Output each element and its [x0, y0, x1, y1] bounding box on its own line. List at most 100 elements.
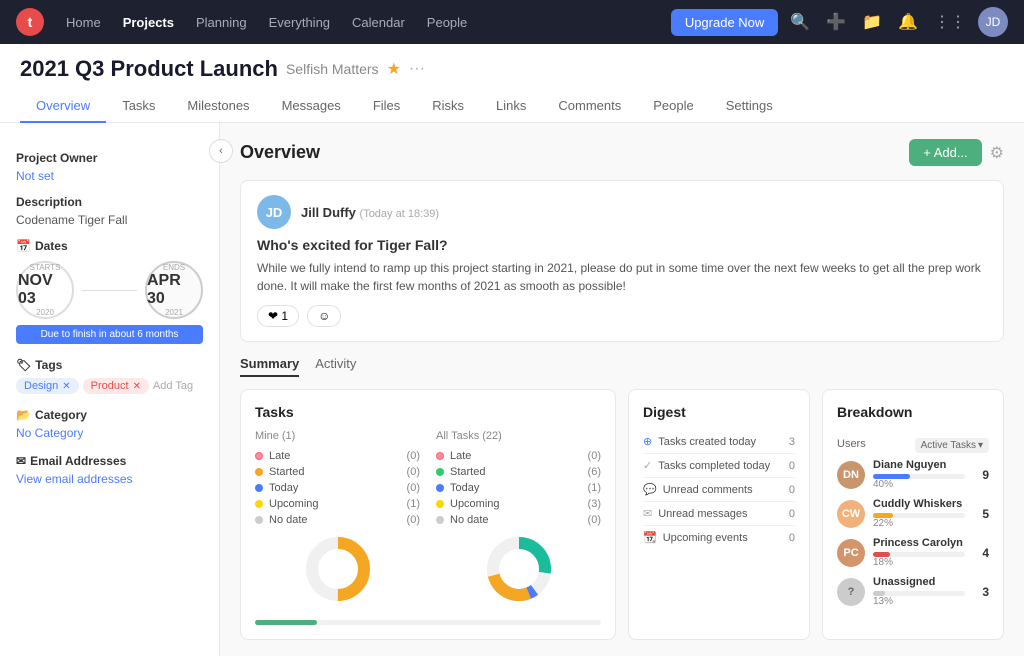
breakdown-row-carolyn: PC Princess Carolyn 18% 4 [837, 537, 989, 568]
tab-people[interactable]: People [637, 90, 709, 123]
nav-everything[interactable]: Everything [259, 9, 340, 36]
sidebar-collapse-button[interactable]: ‹ [209, 139, 233, 163]
today-label-all: Today [450, 482, 582, 494]
started-dot-all [436, 468, 444, 476]
tasks-panel-title: Tasks [255, 404, 601, 420]
breakdown-panel-title: Breakdown [837, 404, 912, 420]
nav-home[interactable]: Home [56, 9, 111, 36]
digest-row-comments: 💬 Unread comments 0 [643, 478, 795, 502]
tab-overview[interactable]: Overview [20, 90, 106, 123]
emoji-reaction-button[interactable]: ☺ [307, 305, 341, 327]
topnav: t Home Projects Planning Everything Cale… [0, 0, 1024, 44]
app-logo[interactable]: t [16, 8, 44, 36]
summary-grid: Tasks Mine (1) Late (0) Started [240, 389, 1004, 640]
upcoming-label-mine: Upcoming [269, 498, 401, 510]
breakdown-count-diane: 9 [973, 468, 989, 482]
started-count-mine: (0) [407, 466, 420, 478]
date-connector-line [82, 290, 137, 291]
digest-comments-count: 0 [789, 484, 795, 496]
tab-messages[interactable]: Messages [266, 90, 357, 123]
content-header: Overview + Add... ⚙ [240, 139, 1004, 166]
view-email-link[interactable]: View email addresses [16, 472, 203, 486]
settings-gear-icon[interactable]: ⚙ [990, 143, 1004, 163]
overview-title: Overview [240, 142, 320, 163]
tab-milestones[interactable]: Milestones [171, 90, 265, 123]
digest-completed-label: ✓ Tasks completed today [643, 459, 770, 472]
breakdown-name-unassigned: Unassigned [873, 576, 965, 588]
chat-icon: 💬 [643, 483, 657, 496]
project-subtitle: Selfish Matters [286, 61, 379, 77]
today-dot-all [436, 484, 444, 492]
tab-tasks[interactable]: Tasks [106, 90, 171, 123]
project-owner-value[interactable]: Not set [16, 169, 203, 183]
active-tasks-label: Active Tasks [921, 440, 976, 451]
folder-icon[interactable]: 📁 [858, 8, 886, 36]
tab-comments[interactable]: Comments [542, 90, 637, 123]
started-dot [255, 468, 263, 476]
upcoming-count-mine: (1) [407, 498, 420, 510]
events-icon: 📆 [643, 531, 657, 544]
tab-settings[interactable]: Settings [710, 90, 789, 123]
plus-circle-icon: ⊕ [643, 435, 652, 448]
nav-calendar[interactable]: Calendar [342, 9, 415, 36]
tag-design[interactable]: Design ✕ [16, 378, 79, 394]
inner-tab-activity[interactable]: Activity [315, 356, 356, 377]
digest-panel: Digest ⊕ Tasks created today 3 ✓ Tasks c… [628, 389, 810, 640]
task-late-all: Late (0) [436, 450, 601, 462]
tag-product-remove[interactable]: ✕ [133, 381, 141, 392]
nav-planning[interactable]: Planning [186, 9, 257, 36]
tag-product[interactable]: Product ✕ [83, 378, 149, 394]
start-year: 2020 [36, 308, 54, 317]
today-dot [255, 484, 263, 492]
nav-projects[interactable]: Projects [113, 9, 184, 36]
content-header-right: + Add... ⚙ [909, 139, 1004, 166]
digest-events-label: 📆 Upcoming events [643, 531, 748, 544]
breakdown-count-unassigned: 3 [973, 585, 989, 599]
nav-people[interactable]: People [417, 9, 477, 36]
upcoming-dot-all [436, 500, 444, 508]
subnav: Overview Tasks Milestones Messages Files… [20, 90, 1004, 122]
search-icon[interactable]: 🔍 [786, 8, 814, 36]
description-value: Codename Tiger Fall [16, 213, 203, 227]
dates-row: Starts NOV 03 2020 Ends APR 30 2021 [16, 261, 203, 319]
started-label-all: Started [450, 466, 582, 478]
main-layout: ‹ Project Owner Not set Description Code… [0, 123, 1024, 656]
tasks-all-col: All Tasks (22) Late (0) Started (6) [436, 430, 601, 612]
today-count-mine: (0) [407, 482, 420, 494]
end-day: APR 30 [147, 272, 201, 307]
task-upcoming-mine: Upcoming (1) [255, 498, 420, 510]
tag-design-remove[interactable]: ✕ [62, 381, 70, 392]
tab-files[interactable]: Files [357, 90, 416, 123]
donut-all [436, 534, 601, 604]
digest-completed-count: 0 [789, 460, 795, 472]
heart-reaction-button[interactable]: ❤ 1 [257, 305, 299, 327]
digest-row-created: ⊕ Tasks created today 3 [643, 430, 795, 454]
tag-icon: 🏷 [16, 358, 31, 372]
end-year: 2021 [165, 308, 183, 317]
user-avatar[interactable]: JD [978, 7, 1008, 37]
add-button[interactable]: + Add... [909, 139, 981, 166]
tasks-panel: Tasks Mine (1) Late (0) Started [240, 389, 616, 640]
category-value[interactable]: No Category [16, 426, 203, 440]
bell-icon[interactable]: 🔔 [894, 8, 922, 36]
task-today-mine: Today (0) [255, 482, 420, 494]
task-started-all: Started (6) [436, 466, 601, 478]
inner-tab-summary[interactable]: Summary [240, 356, 299, 377]
donut-mine [255, 534, 420, 604]
project-title-row: 2021 Q3 Product Launch Selfish Matters ★… [20, 56, 1004, 90]
today-count-all: (1) [588, 482, 601, 494]
add-tag-button[interactable]: Add Tag [153, 380, 193, 392]
due-badge: Due to finish in about 6 months [16, 325, 203, 344]
star-icon[interactable]: ★ [387, 59, 401, 79]
more-options-icon[interactable]: ··· [409, 60, 425, 78]
tasks-inner: Mine (1) Late (0) Started (0) [255, 430, 601, 612]
grid-icon[interactable]: ⋮⋮ [930, 8, 970, 36]
tab-risks[interactable]: Risks [416, 90, 480, 123]
active-tasks-sort-button[interactable]: Active Tasks ▾ [915, 438, 989, 453]
tab-links[interactable]: Links [480, 90, 542, 123]
add-icon[interactable]: ➕ [822, 8, 850, 36]
upgrade-button[interactable]: Upgrade Now [671, 9, 779, 36]
start-date-circle: Starts NOV 03 2020 [16, 261, 74, 319]
breakdown-pct-unassigned: 13% [873, 596, 965, 607]
late-count-mine: (0) [407, 450, 420, 462]
